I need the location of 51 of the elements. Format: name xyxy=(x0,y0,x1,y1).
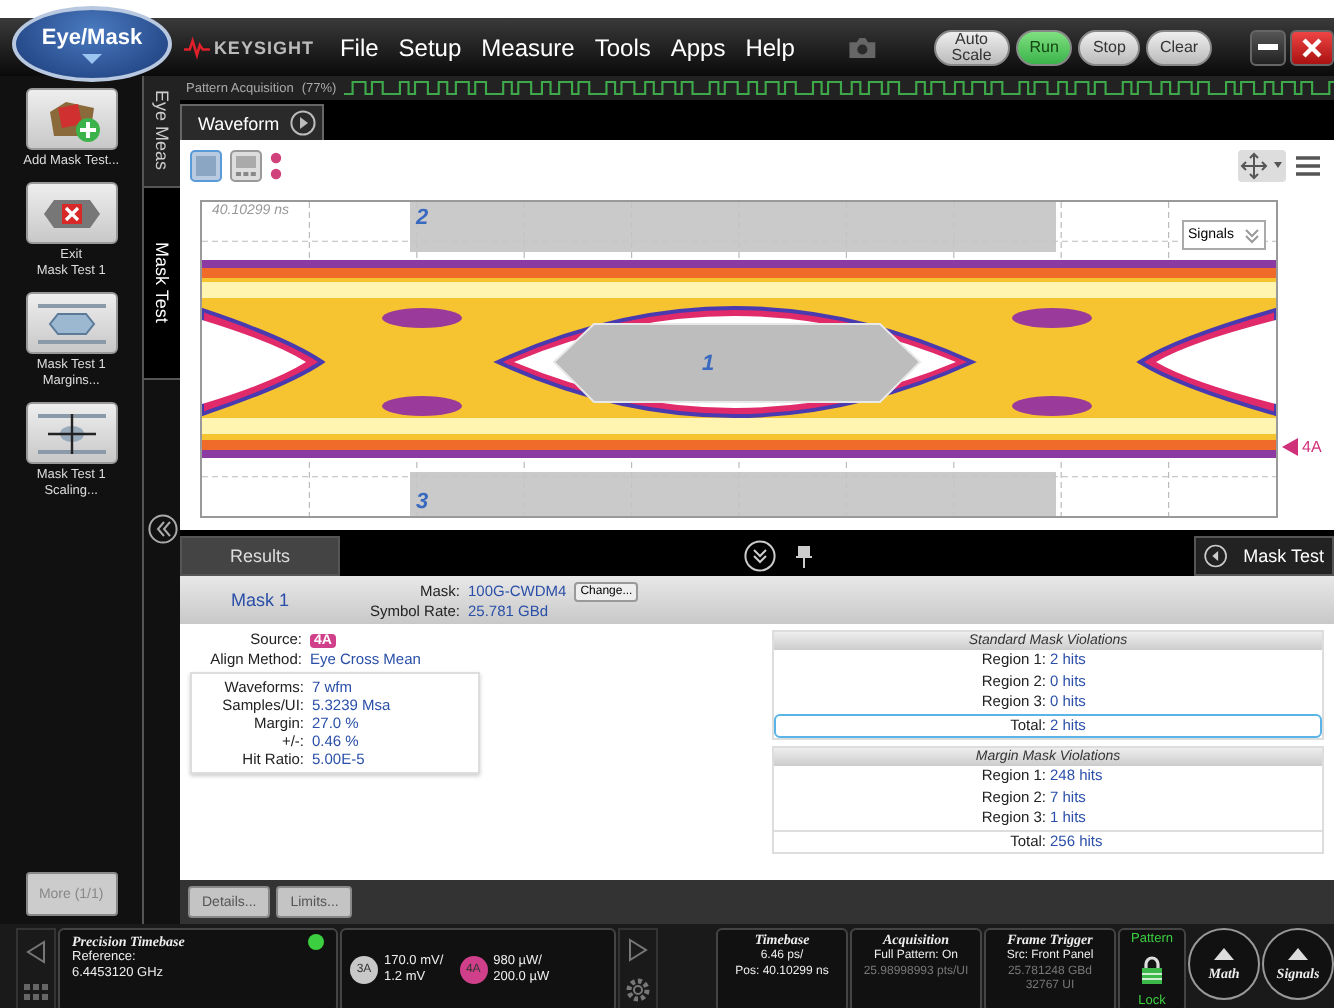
up-arrow-icon xyxy=(1214,947,1234,959)
lock-icon xyxy=(1140,956,1164,984)
pin-icon[interactable] xyxy=(795,545,811,567)
vertical-tab[interactable]: Eye Meas xyxy=(144,76,180,188)
menu-item[interactable]: Tools xyxy=(584,33,661,61)
back-icon xyxy=(1204,542,1228,570)
region-label: 2 xyxy=(416,206,429,230)
mask-scaling-icon xyxy=(37,411,106,455)
menu-item[interactable]: File xyxy=(329,33,389,61)
camera-icon[interactable] xyxy=(848,33,878,61)
menu-item[interactable]: Setup xyxy=(388,33,472,61)
marker-arrow-icon xyxy=(1282,438,1298,456)
up-arrow-icon xyxy=(1288,947,1308,959)
split-view-icon[interactable] xyxy=(230,149,262,181)
channel-label: 4A xyxy=(1302,438,1322,456)
single-view-icon[interactable] xyxy=(190,149,222,181)
mask-margins-icon xyxy=(37,301,106,345)
exit-mask-icon xyxy=(41,195,102,231)
results-tab[interactable]: Results xyxy=(180,536,340,576)
menu-icon[interactable] xyxy=(1294,153,1322,177)
menu-item[interactable]: Apps xyxy=(660,33,736,61)
region-label: 3 xyxy=(416,490,429,514)
minimize-button[interactable] xyxy=(1250,29,1286,65)
action-button[interactable] xyxy=(25,402,118,464)
close-button[interactable] xyxy=(1289,29,1334,65)
minimize-icon xyxy=(1257,44,1278,50)
caret-icon xyxy=(82,53,102,63)
run-control-button[interactable]: Auto Scale xyxy=(933,29,1010,65)
expand-icon[interactable] xyxy=(743,540,775,572)
dots-icon[interactable] xyxy=(270,151,282,179)
close-icon xyxy=(1301,37,1322,57)
mask-test-tab[interactable]: Mask Test xyxy=(1194,536,1334,576)
run-control-button[interactable]: Clear xyxy=(1145,29,1213,65)
settings-icon[interactable] xyxy=(624,975,652,1003)
waveform-tab[interactable]: Waveform xyxy=(180,104,324,140)
wave-logo-icon xyxy=(184,35,210,59)
play-icon xyxy=(289,110,316,136)
mask-title: Mask 1 xyxy=(228,590,291,610)
forward-icon[interactable] xyxy=(628,937,648,961)
grid-icon[interactable] xyxy=(24,984,48,1000)
chevron-icon xyxy=(1244,227,1260,243)
back-icon[interactable] xyxy=(26,940,46,964)
run-control-button[interactable]: Stop xyxy=(1078,29,1140,65)
collapse-icon[interactable] xyxy=(147,514,178,544)
vertical-tab[interactable]: Mask Test xyxy=(144,188,180,380)
brand-name: KEYSIGHT xyxy=(213,37,314,57)
move-icon[interactable] xyxy=(1238,149,1286,181)
menu-item[interactable]: Measure xyxy=(471,33,585,61)
region-label: 1 xyxy=(702,352,715,376)
menu-item[interactable]: Help xyxy=(735,33,805,61)
run-control-button[interactable]: Run xyxy=(1015,29,1073,65)
